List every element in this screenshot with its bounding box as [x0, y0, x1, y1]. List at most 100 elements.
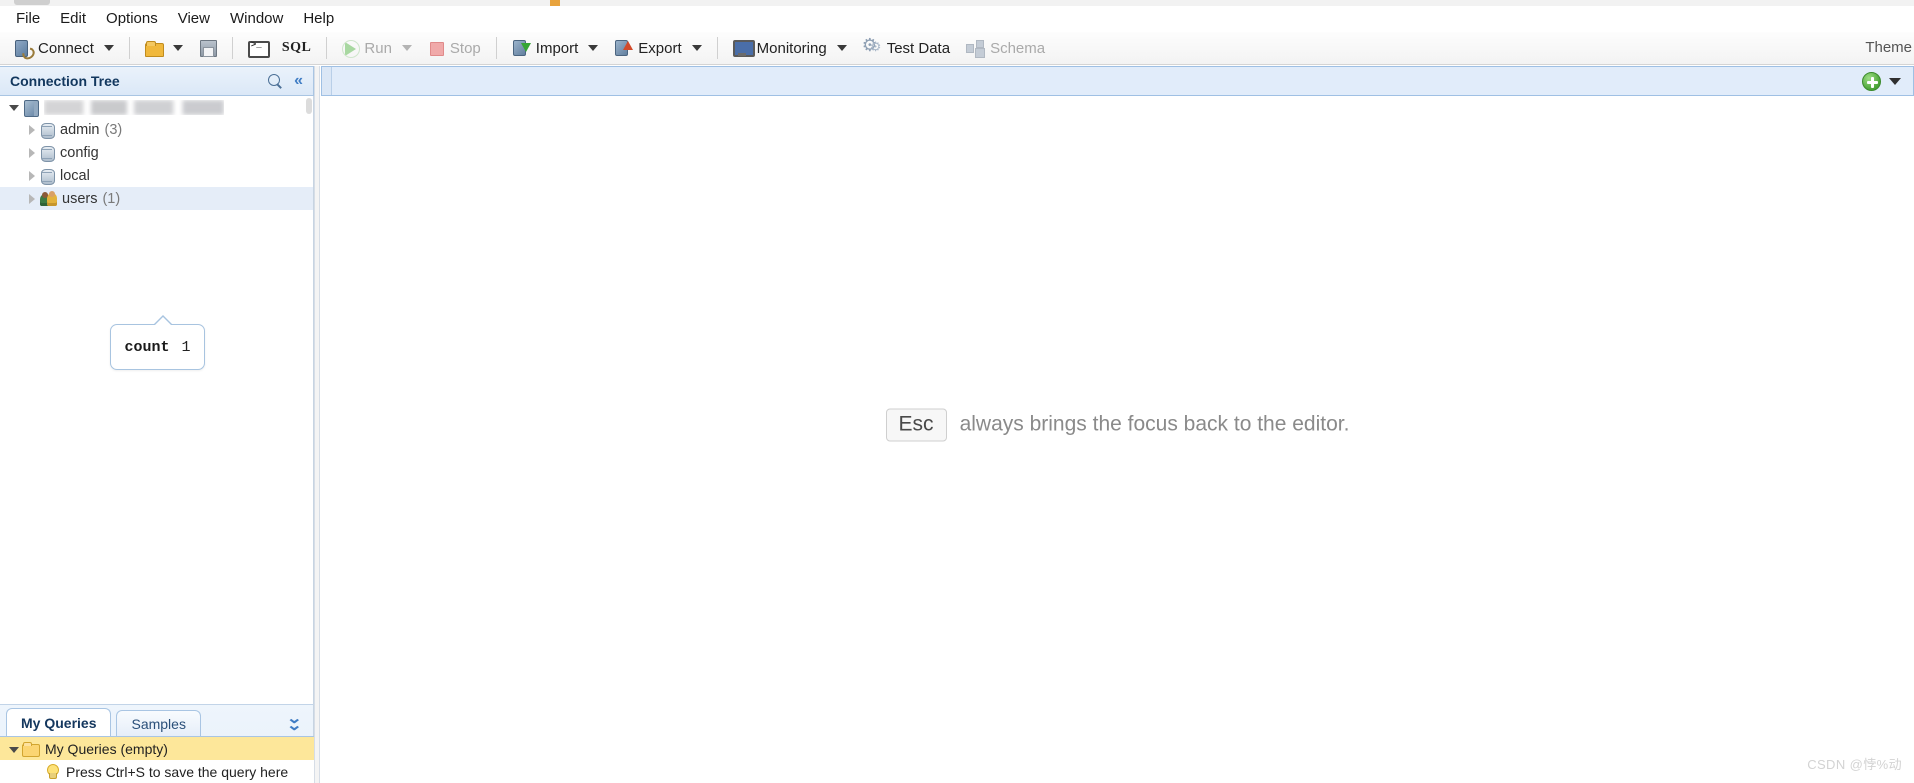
- tree-node-local[interactable]: local: [0, 164, 313, 187]
- tab-samples[interactable]: Samples: [116, 710, 201, 736]
- queries-list[interactable]: My Queries (empty) Press Ctrl+S to save …: [0, 736, 314, 783]
- left-panel: Connection Tree « admin (3) config local…: [0, 66, 314, 783]
- panel-splitter[interactable]: [314, 66, 320, 783]
- tree-node-label: local: [60, 167, 90, 184]
- schema-label: Schema: [990, 39, 1046, 57]
- menu-bar: File Edit Options View Window Help: [0, 6, 1914, 32]
- open-folder-icon: [144, 39, 164, 57]
- tree-node-users[interactable]: users (1): [0, 187, 313, 210]
- collapse-left-icon[interactable]: «: [294, 73, 303, 89]
- run-dropdown-caret-icon[interactable]: [401, 45, 412, 51]
- users-icon-head-left: [42, 191, 48, 198]
- test-data-label: Test Data: [886, 39, 951, 57]
- queries-hint-row: Press Ctrl+S to save the query here: [0, 760, 314, 783]
- expand-toggle-icon[interactable]: [24, 145, 40, 161]
- expand-toggle-icon[interactable]: [24, 191, 40, 207]
- run-label: Run: [364, 39, 392, 57]
- expand-toggle-icon[interactable]: [24, 168, 40, 184]
- monitor-icon: [732, 39, 755, 57]
- queries-hint-label: Press Ctrl+S to save the query here: [66, 763, 289, 780]
- import-button[interactable]: Import: [504, 35, 607, 62]
- tree-node-label: config: [60, 144, 99, 161]
- editor-empty-hint: Esc always brings the focus back to the …: [321, 408, 1914, 441]
- tree-node-config[interactable]: config: [0, 141, 313, 164]
- menu-item-view[interactable]: View: [168, 7, 220, 31]
- sql-button[interactable]: SQL: [274, 35, 320, 62]
- sql-label: SQL: [281, 40, 312, 55]
- connection-tree[interactable]: admin (3) config local users (1) count 1: [0, 96, 314, 704]
- menu-item-options[interactable]: Options: [96, 7, 168, 31]
- menu-item-file[interactable]: File: [6, 7, 50, 31]
- stop-button[interactable]: Stop: [420, 35, 489, 62]
- queries-tabstrip: My Queries Samples ⌄ ⌄: [0, 705, 313, 736]
- connect-label: Connect: [38, 39, 94, 57]
- queries-folder-row[interactable]: My Queries (empty): [0, 737, 314, 760]
- console-icon: [247, 39, 270, 58]
- toolbar-separator: [495, 37, 497, 59]
- connect-dropdown-caret-icon[interactable]: [103, 45, 114, 51]
- editor-area: Esc always brings the focus back to the …: [321, 66, 1914, 783]
- tree-node-label: admin: [60, 121, 100, 138]
- database-icon: [40, 122, 55, 139]
- export-label: Export: [638, 39, 682, 57]
- import-dropdown-caret-icon[interactable]: [588, 45, 599, 51]
- chevron-double-down-icon[interactable]: ⌄ ⌄: [287, 711, 303, 733]
- folder-icon: [22, 741, 40, 757]
- schema-icon: [966, 39, 985, 57]
- theme-label[interactable]: Theme: [1865, 39, 1912, 56]
- tree-scrollbar[interactable]: [306, 98, 312, 114]
- open-file-button[interactable]: [137, 35, 191, 62]
- plus-circle-green-icon[interactable]: [1862, 71, 1881, 91]
- tree-node-connection-root[interactable]: [0, 96, 313, 118]
- toolbar-separator: [326, 37, 328, 59]
- application-window: File Edit Options View Window Help Conne…: [0, 0, 1914, 783]
- save-file-button[interactable]: [191, 35, 225, 62]
- stop-label: Stop: [449, 39, 481, 57]
- editor-hint-text: always brings the focus back to the edit…: [959, 412, 1350, 436]
- console-button[interactable]: [240, 35, 274, 62]
- expand-toggle-icon[interactable]: [6, 99, 22, 115]
- tree-node-tooltip: count 1: [110, 315, 205, 370]
- test-data-button[interactable]: Test Data: [855, 35, 958, 62]
- menu-item-edit[interactable]: Edit: [50, 7, 96, 31]
- run-button[interactable]: Run: [334, 35, 420, 62]
- monitoring-label: Monitoring: [756, 39, 827, 57]
- tab-my-queries[interactable]: My Queries: [6, 708, 112, 736]
- caret-down-icon[interactable]: [1889, 77, 1901, 85]
- tree-node-count: (3): [104, 121, 123, 138]
- export-dropdown-caret-icon[interactable]: [691, 45, 702, 51]
- tooltip-value: 1: [181, 338, 191, 356]
- menu-item-window[interactable]: Window: [220, 7, 293, 31]
- open-dropdown-caret-icon[interactable]: [172, 45, 183, 51]
- toolbar-separator: [128, 37, 130, 59]
- window-chrome-nub: [14, 0, 50, 5]
- toolbar-separator: [716, 37, 718, 59]
- menu-item-help[interactable]: Help: [293, 7, 344, 31]
- database-icon: [40, 168, 55, 185]
- connection-tree-header: Connection Tree «: [0, 66, 314, 96]
- tooltip-content: count 1: [124, 339, 190, 356]
- connection-name-redacted: [44, 99, 224, 115]
- stop-icon: [428, 40, 444, 56]
- connect-button[interactable]: Connect: [6, 35, 122, 62]
- tabstrip-left-nub: [322, 67, 332, 95]
- redaction-overlay: [44, 99, 224, 115]
- run-icon: [342, 40, 361, 58]
- expand-toggle-icon[interactable]: [6, 741, 22, 757]
- export-button[interactable]: Export: [606, 35, 709, 62]
- search-icon[interactable]: [268, 73, 283, 89]
- database-icon: [40, 145, 55, 162]
- tree-node-admin[interactable]: admin (3): [0, 118, 313, 141]
- queries-panel: My Queries Samples ⌄ ⌄ My Queries (empty)…: [0, 704, 314, 783]
- tooltip-arrow-inner: [153, 317, 173, 327]
- expand-toggle-icon[interactable]: [24, 122, 40, 138]
- connect-icon: [14, 39, 32, 57]
- editor-tabstrip: [321, 66, 1914, 96]
- watermark: CSDN @悖%动: [1807, 757, 1902, 772]
- schema-button[interactable]: Schema: [958, 35, 1053, 62]
- monitoring-dropdown-caret-icon[interactable]: [836, 45, 847, 51]
- connection-tree-title: Connection Tree: [10, 73, 120, 89]
- monitoring-button[interactable]: Monitoring: [725, 35, 855, 62]
- gears-icon: [862, 35, 882, 57]
- tree-node-count: (1): [102, 190, 121, 207]
